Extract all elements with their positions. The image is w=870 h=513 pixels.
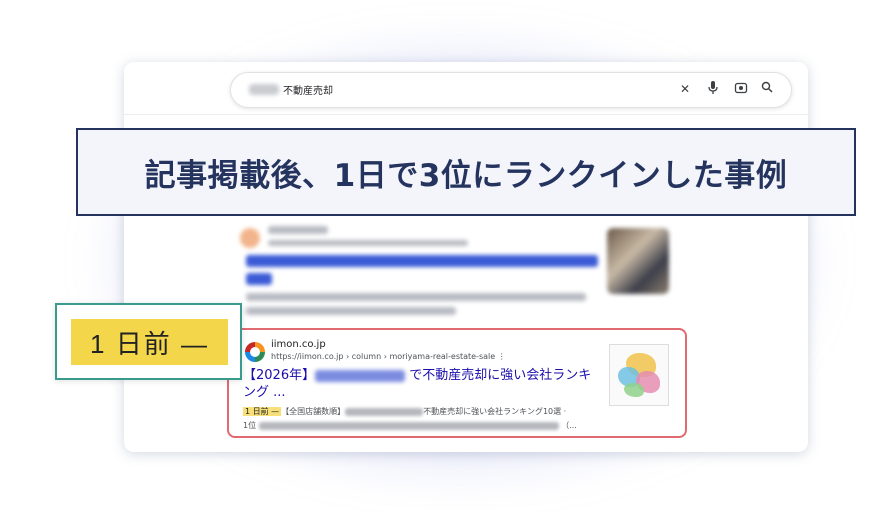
- blurred-snippet-segment-2: [258, 421, 559, 430]
- callout-text: 1 日前 —: [90, 328, 209, 359]
- close-icon[interactable]: ✕: [677, 81, 693, 97]
- blurred-snippet-line-2: [246, 307, 456, 315]
- headline-banner: 記事掲載後、1日で3位にランクインした事例: [76, 128, 856, 216]
- result-snippet-line-2: 1位 （...: [243, 420, 577, 431]
- search-query[interactable]: 不動産売却: [283, 82, 333, 97]
- result-title-prefix: 【2026年】: [243, 368, 316, 383]
- blurred-title-segment: [315, 369, 406, 382]
- blurred-site-name: [268, 226, 328, 234]
- callout-highlight: 1 日前 —: [71, 319, 228, 365]
- snippet-line-2-suffix: （...: [561, 421, 577, 430]
- snippet-line-2-prefix: 1位: [243, 421, 257, 430]
- blurred-favicon: [240, 228, 260, 248]
- result-snippet-line-1: 1 日前 — 【全国店舗数順】 不動産売却に強い会社ランキング10選 ·: [243, 406, 566, 417]
- blurred-title-line-2: [246, 273, 272, 285]
- blurred-snippet-line-1: [246, 293, 586, 301]
- blurred-thumbnail: [607, 228, 669, 294]
- result-title-link[interactable]: 【2026年】 で不動産売却に強い会社ランキング ...: [243, 367, 593, 401]
- header-divider: [124, 114, 808, 115]
- microphone-icon[interactable]: [705, 81, 721, 97]
- highlighted-search-result[interactable]: iimon.co.jp https://iimon.co.jp › column…: [227, 328, 687, 438]
- result-site-name[interactable]: iimon.co.jp: [271, 339, 326, 350]
- blurred-query-prefix: [249, 84, 279, 95]
- blurred-title-line-1: [246, 255, 598, 267]
- snippet-date-highlight: 1 日前 —: [243, 407, 282, 416]
- blurred-snippet-segment: [345, 407, 424, 416]
- search-icon[interactable]: [759, 81, 775, 97]
- result-map-thumbnail: [609, 344, 669, 406]
- snippet-part-2: 不動産売却に強い会社ランキング10選 ·: [423, 407, 567, 416]
- result-url[interactable]: https://iimon.co.jp › column › moriyama-…: [271, 352, 506, 361]
- headline-text: 記事掲載後、1日で3位にランクインした事例: [144, 157, 788, 194]
- date-callout: 1 日前 —: [55, 303, 242, 380]
- camera-lens-icon[interactable]: [733, 81, 749, 97]
- snippet-part-1: 【全国店舗数順】: [281, 407, 346, 416]
- search-bar[interactable]: 不動産売却 ✕: [230, 72, 792, 108]
- site-favicon: [245, 342, 265, 362]
- blurred-url: [268, 240, 468, 246]
